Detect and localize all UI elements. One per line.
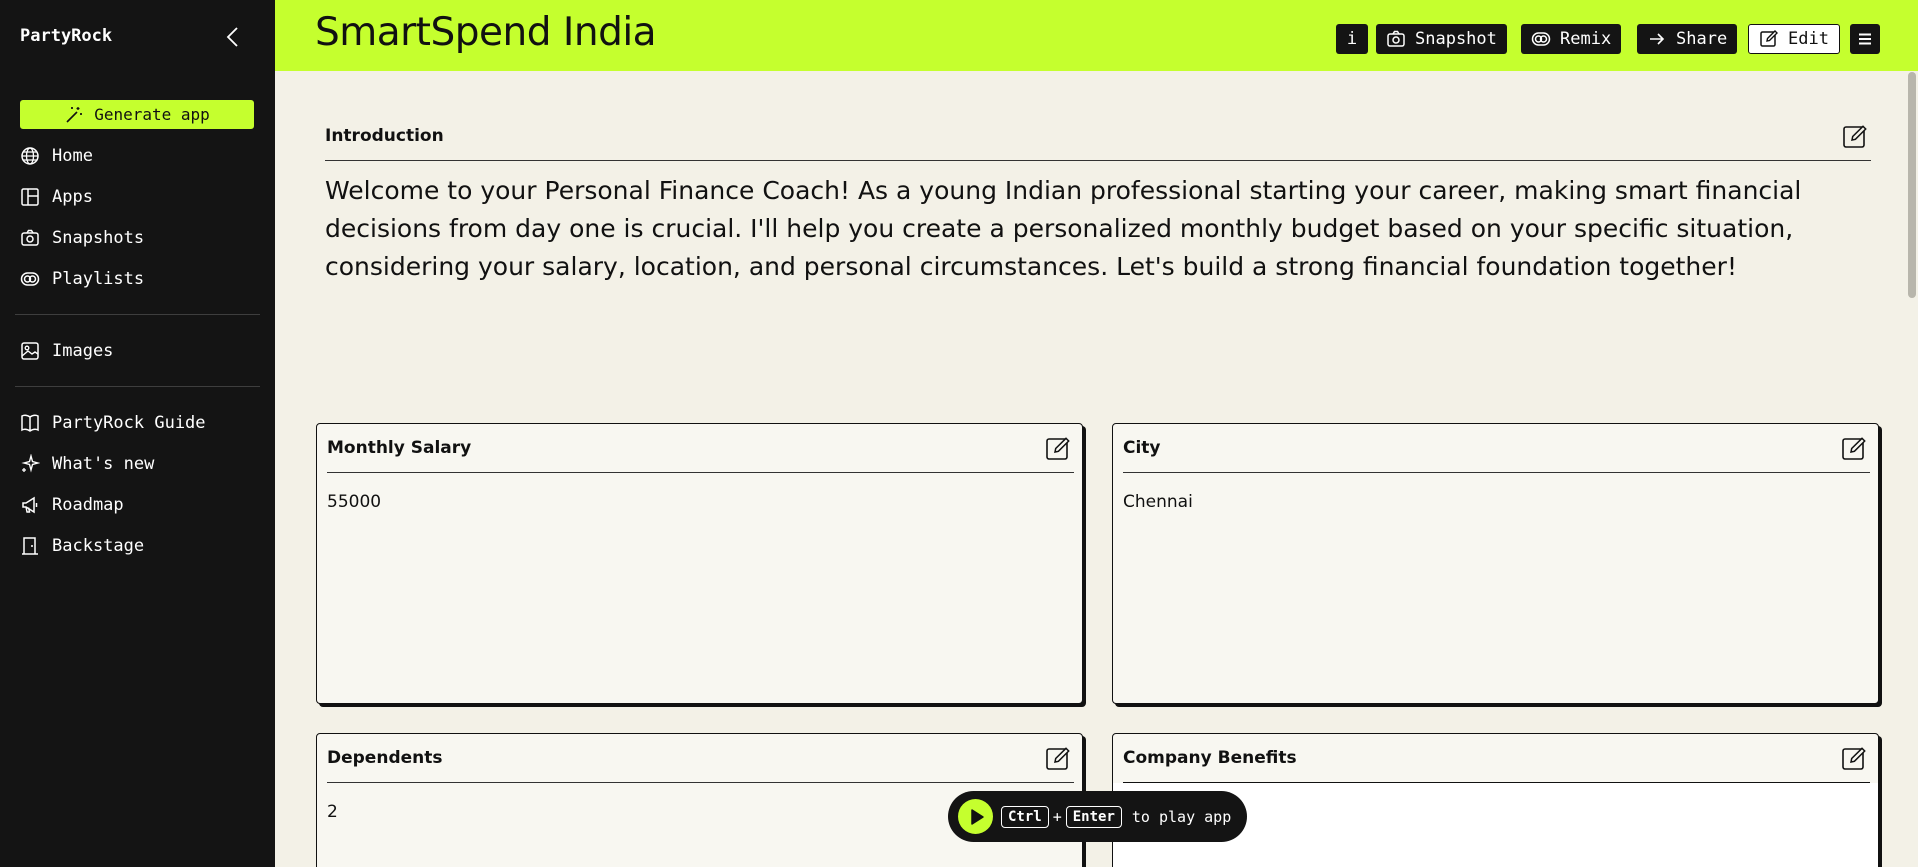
- monthly-salary-widget: Monthly Salary 55000: [316, 423, 1083, 704]
- edit-button[interactable]: Edit: [1748, 24, 1840, 54]
- sidebar-item-roadmap[interactable]: Roadmap: [20, 490, 124, 520]
- play-app-bar[interactable]: Ctrl + Enter to play app: [948, 791, 1247, 842]
- widget-divider: [1123, 472, 1870, 473]
- edit-widget-icon[interactable]: [1045, 436, 1071, 462]
- introduction-divider: [325, 160, 1871, 161]
- info-label: i: [1346, 29, 1358, 49]
- app-header: SmartSpend India i Snapshot Remix Share …: [275, 0, 1918, 71]
- widget-title: Company Benefits: [1123, 748, 1297, 768]
- generate-app-label: Generate app: [94, 105, 210, 124]
- layout-icon: [21, 188, 39, 206]
- share-label: Share: [1676, 29, 1728, 49]
- menu-button[interactable]: [1850, 24, 1880, 54]
- sidebar-item-whats-new[interactable]: What's new: [20, 449, 154, 479]
- collapse-sidebar-button[interactable]: [222, 24, 242, 50]
- sidebar-item-apps[interactable]: Apps: [20, 182, 93, 212]
- edit-widget-icon[interactable]: [1841, 746, 1867, 772]
- edit-icon: [1760, 30, 1778, 47]
- image-icon: [21, 342, 39, 360]
- sidebar-item-snapshots[interactable]: Snapshots: [20, 223, 144, 253]
- globe-icon: [21, 147, 39, 165]
- play-button[interactable]: [958, 799, 993, 834]
- edit-widget-icon[interactable]: [1841, 436, 1867, 462]
- monthly-salary-input[interactable]: 55000: [327, 492, 381, 512]
- door-icon: [22, 537, 38, 555]
- edit-introduction-icon[interactable]: [1842, 124, 1868, 150]
- city-widget: City Chennai: [1112, 423, 1879, 704]
- sidebar-item-label: What's new: [52, 454, 155, 474]
- sidebar-item-label: PartyRock Guide: [52, 413, 206, 433]
- book-icon: [21, 414, 39, 432]
- generate-app-button[interactable]: Generate app: [20, 100, 254, 129]
- sidebar-item-label: Backstage: [52, 536, 145, 556]
- introduction-text: Welcome to your Personal Finance Coach! …: [325, 176, 1802, 281]
- sidebar-item-playlists[interactable]: Playlists: [20, 264, 144, 294]
- play-hint-text: to play app: [1131, 807, 1232, 826]
- arrow-right-icon: [1650, 33, 1665, 45]
- sidebar-item-backstage[interactable]: Backstage: [20, 531, 144, 561]
- sidebar-item-label: Snapshots: [52, 228, 145, 248]
- page-title: SmartSpend India: [315, 10, 657, 55]
- camera-icon: [1387, 30, 1405, 47]
- enter-key: Enter: [1065, 805, 1122, 828]
- scrollbar[interactable]: [1908, 72, 1916, 298]
- chevron-left-icon: [226, 27, 238, 47]
- dependents-input[interactable]: 2: [327, 802, 338, 822]
- info-button[interactable]: i: [1336, 24, 1368, 54]
- play-icon: [970, 808, 984, 825]
- sidebar-item-label: Apps: [52, 187, 93, 207]
- plus-sign: +: [1052, 807, 1062, 826]
- introduction-title: Introduction: [325, 126, 444, 146]
- edit-widget-icon[interactable]: [1045, 746, 1071, 772]
- sidebar-item-home[interactable]: Home: [20, 141, 93, 171]
- widget-divider: [327, 782, 1074, 783]
- edit-label: Edit: [1788, 29, 1829, 49]
- share-button[interactable]: Share: [1637, 24, 1738, 54]
- remix-button[interactable]: Remix: [1521, 24, 1622, 54]
- sidebar-item-label: Playlists: [52, 269, 145, 289]
- magic-wand-icon: [66, 106, 83, 123]
- sidebar-item-label: Roadmap: [52, 495, 124, 515]
- sidebar-divider: [15, 314, 260, 315]
- sidebar: PartyRock Generate app Home Apps Snapsho…: [0, 0, 275, 867]
- widget-title: Monthly Salary: [327, 438, 472, 458]
- megaphone-icon: [22, 496, 38, 514]
- playlist-icon: [20, 272, 40, 286]
- remix-icon: [1531, 32, 1551, 46]
- partyrock-logo[interactable]: PartyRock: [20, 26, 112, 46]
- ctrl-key: Ctrl: [1001, 805, 1049, 828]
- widget-title: City: [1123, 438, 1161, 458]
- sidebar-item-images[interactable]: Images: [20, 336, 113, 366]
- snapshot-button[interactable]: Snapshot: [1376, 24, 1507, 54]
- widget-divider: [327, 472, 1074, 473]
- sidebar-item-label: Images: [52, 341, 114, 361]
- sidebar-divider: [15, 386, 260, 387]
- remix-label: Remix: [1560, 29, 1612, 49]
- sparkle-icon: [21, 454, 40, 473]
- sidebar-item-guide[interactable]: PartyRock Guide: [20, 408, 206, 438]
- widget-title: Dependents: [327, 748, 443, 768]
- sidebar-item-label: Home: [52, 146, 93, 166]
- hamburger-menu-icon: [1859, 33, 1871, 45]
- city-input[interactable]: Chennai: [1123, 492, 1193, 512]
- snapshot-label: Snapshot: [1415, 29, 1497, 49]
- camera-icon: [21, 229, 39, 246]
